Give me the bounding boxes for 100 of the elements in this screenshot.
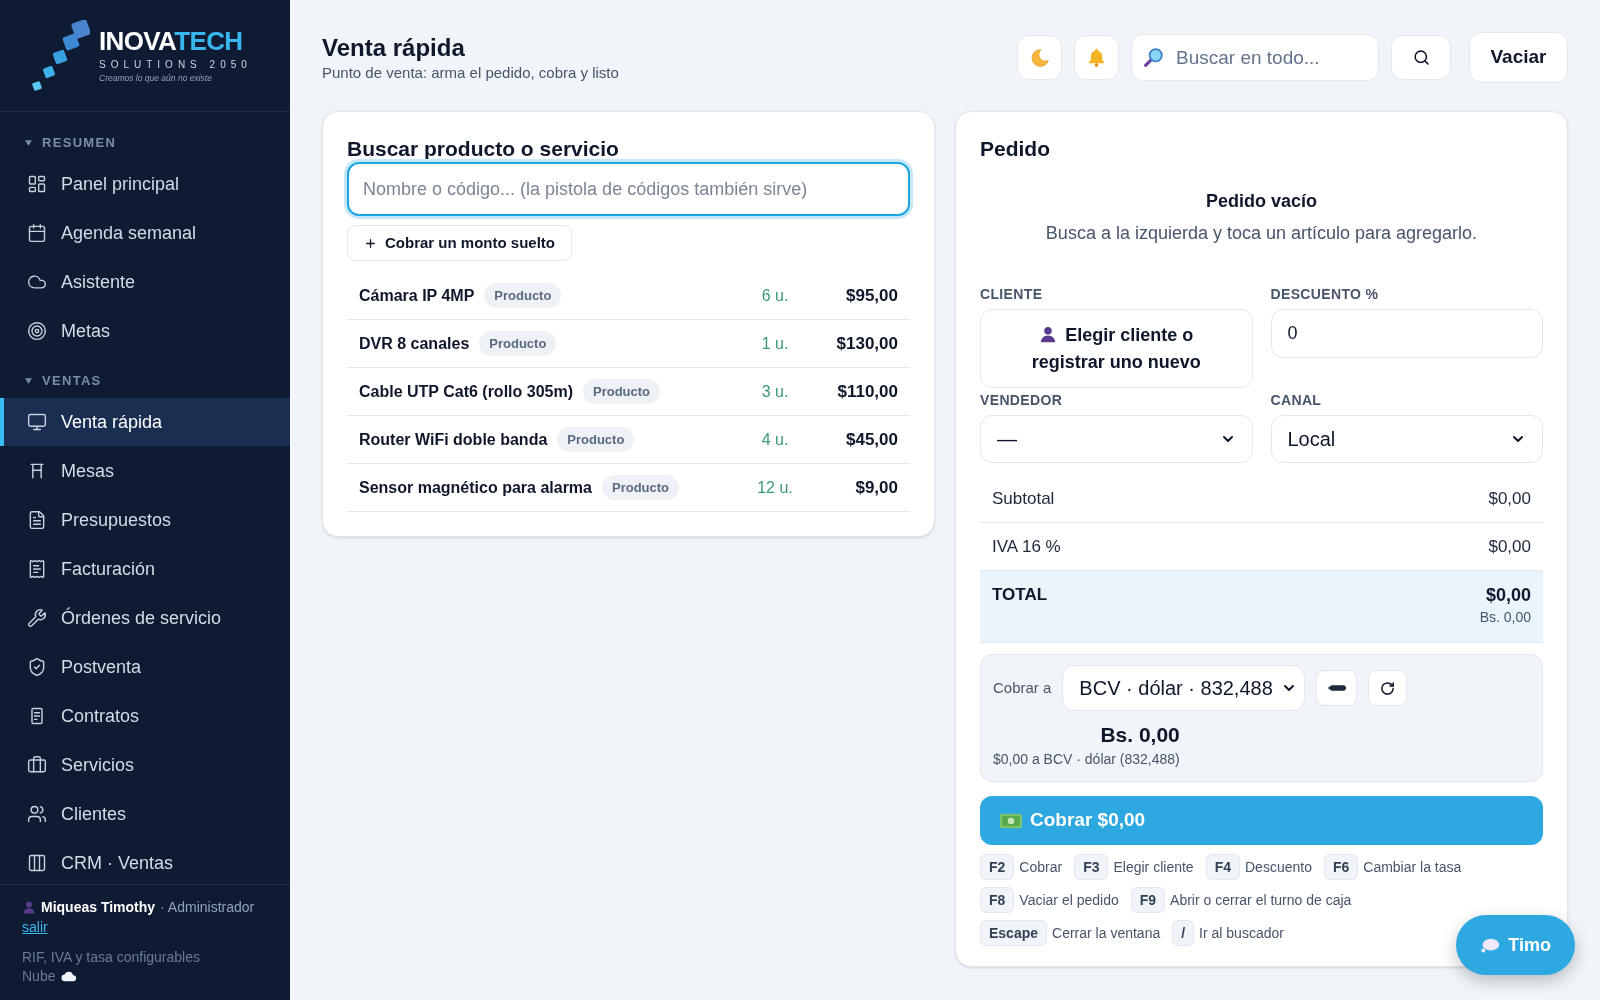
channel-select[interactable]: Local xyxy=(1270,415,1543,463)
keyboard-key: F2 xyxy=(980,854,1015,880)
total-label: TOTAL xyxy=(992,584,1048,606)
loose-amount-button[interactable]: Cobrar un monto suelto xyxy=(347,225,572,261)
summary-value: $0,00 xyxy=(1488,535,1531,558)
shield-check-icon xyxy=(27,657,47,677)
product-name[interactable]: Sensor magnético para alarma xyxy=(359,475,592,500)
stock-count: 12 u. xyxy=(756,477,794,498)
shortcut-label: Cerrar la ventana xyxy=(1052,923,1161,943)
document-icon xyxy=(27,510,47,530)
summary-label: Subtotal xyxy=(992,487,1055,510)
product-name[interactable]: Router WiFi doble banda xyxy=(359,427,548,452)
field-label: DESCUENTO % xyxy=(1270,285,1380,303)
search-button[interactable] xyxy=(1391,35,1451,80)
global-search-field[interactable]: Buscar en todo... xyxy=(1131,34,1379,81)
sidebar-item[interactable]: Clientes xyxy=(0,790,290,838)
sidebar-item[interactable]: Órdenes de servicio xyxy=(0,594,290,642)
product-name[interactable]: Cable UTP Cat6 (rollo 305m) xyxy=(359,379,573,404)
sidebar-item[interactable]: Agenda semanal xyxy=(0,209,290,257)
refresh-button[interactable] xyxy=(1368,670,1408,706)
category-tag: Producto xyxy=(602,474,680,501)
shortcut-label: Ir al buscador xyxy=(1199,923,1284,943)
storage-label: Nube xyxy=(22,967,56,985)
logo-icon xyxy=(32,19,90,92)
clear-button[interactable]: Vaciar xyxy=(1469,32,1568,83)
keyboard-key: F6 xyxy=(1323,854,1359,880)
field-label: VENDEDOR xyxy=(980,391,1064,409)
sidebar-item[interactable]: Presupuestos xyxy=(0,496,290,544)
receipt-icon xyxy=(27,559,47,579)
person-icon xyxy=(1039,324,1058,343)
product-search-input[interactable]: Nombre o código... (la pistola de códigos también sirve) xyxy=(347,162,910,216)
product-price: $130,00 xyxy=(835,332,898,355)
sidebar-item[interactable]: Panel principal xyxy=(0,160,290,208)
logout-link[interactable]: salir xyxy=(22,919,48,935)
total-secondary-value: Bs. 0,00 xyxy=(1479,608,1531,627)
brand-name: INOVATECH xyxy=(99,27,244,55)
section-header[interactable]: VENTAS xyxy=(0,356,102,398)
shortcut-label: Vaciar el pedido xyxy=(1019,890,1119,910)
keyboard-key: F3 xyxy=(1074,854,1109,880)
refresh-icon xyxy=(1380,680,1396,696)
summary-label: IVA 16 % xyxy=(992,535,1061,558)
stock-count: 6 u. xyxy=(760,285,790,306)
category-tag: Producto xyxy=(583,378,661,405)
product-name[interactable]: DVR 8 canales xyxy=(359,331,470,356)
seller-select[interactable]: — xyxy=(980,415,1253,463)
stock-count: 4 u. xyxy=(760,429,790,450)
empty-title: Pedido vacío xyxy=(1204,190,1318,213)
pen-button[interactable] xyxy=(1316,670,1358,706)
wrench-icon xyxy=(27,608,47,628)
field-label: CANAL xyxy=(1270,391,1323,409)
columns-icon xyxy=(27,853,47,873)
sidebar-item[interactable]: CRM · Ventas xyxy=(0,839,290,884)
person-icon xyxy=(22,900,36,914)
client-picker-button[interactable]: Elegir cliente o registrar uno nuevo xyxy=(980,309,1253,388)
shortcut-label: Elegir cliente xyxy=(1113,857,1194,877)
users-icon xyxy=(27,804,47,824)
keyboard-key: F8 xyxy=(980,887,1015,913)
product-name[interactable]: Cámara IP 4MP xyxy=(359,283,475,308)
thought-bubble-icon xyxy=(1480,937,1501,953)
sidebar-item[interactable]: Postventa xyxy=(0,643,290,691)
cloud-icon xyxy=(27,272,47,292)
user-role: · Administrador xyxy=(160,898,255,917)
sidebar-item[interactable]: Contratos xyxy=(0,692,290,740)
product-price: $95,00 xyxy=(845,284,898,307)
sidebar-item[interactable]: Servicios xyxy=(0,741,290,789)
settings-note: RIF, IVA y tasa configurables xyxy=(22,948,201,967)
total-value: $0,00 xyxy=(1485,584,1531,607)
search-icon xyxy=(1412,49,1430,66)
shortcut-label: Cambiar la tasa xyxy=(1363,857,1462,877)
section-header[interactable]: RESUMEN xyxy=(0,118,117,160)
brand-subtitle: SOLUTIONS 2050 xyxy=(99,58,252,71)
keyboard-key: / xyxy=(1172,920,1195,946)
empty-hint: Busca a la izquierda y toca un artículo para agregarlo. xyxy=(1044,222,1479,245)
shortcut-label: Cobrar xyxy=(1019,857,1063,877)
category-tag: Producto xyxy=(484,282,562,309)
plus-icon xyxy=(364,236,377,250)
page-title: Venta rápida xyxy=(322,32,466,63)
product-price: $45,00 xyxy=(845,428,898,451)
rate-select[interactable]: BCV · dólar · 832,488 xyxy=(1062,665,1306,711)
page-subtitle: Punto de venta: arma el pedido, cobra y listo xyxy=(322,62,619,83)
sidebar-item[interactable]: Venta rápida xyxy=(0,398,290,446)
converted-amount: Bs. 0,00 xyxy=(1100,722,1180,748)
shortcut-label: Abrir o cerrar el turno de caja xyxy=(1170,890,1352,910)
sidebar-item[interactable]: Metas xyxy=(0,307,290,355)
caret-down-icon xyxy=(25,378,32,384)
stock-count: 1 u. xyxy=(760,333,790,354)
dashboard-icon xyxy=(27,174,47,194)
sidebar-item[interactable]: Asistente xyxy=(0,258,290,306)
moon-icon xyxy=(1029,47,1050,68)
product-price: $110,00 xyxy=(836,380,898,403)
product-price: $9,00 xyxy=(854,476,898,499)
pen-icon xyxy=(1327,684,1347,692)
sidebar-item[interactable]: Facturación xyxy=(0,545,290,593)
payment-label: Cobrar a xyxy=(993,677,1052,698)
sidebar-item[interactable]: Mesas xyxy=(0,447,290,495)
keyboard-key: Escape xyxy=(980,920,1048,946)
category-tag: Producto xyxy=(557,426,635,453)
discount-input[interactable]: 0 xyxy=(1270,309,1543,358)
cloud-icon xyxy=(61,970,78,982)
monitor-icon xyxy=(27,412,47,432)
